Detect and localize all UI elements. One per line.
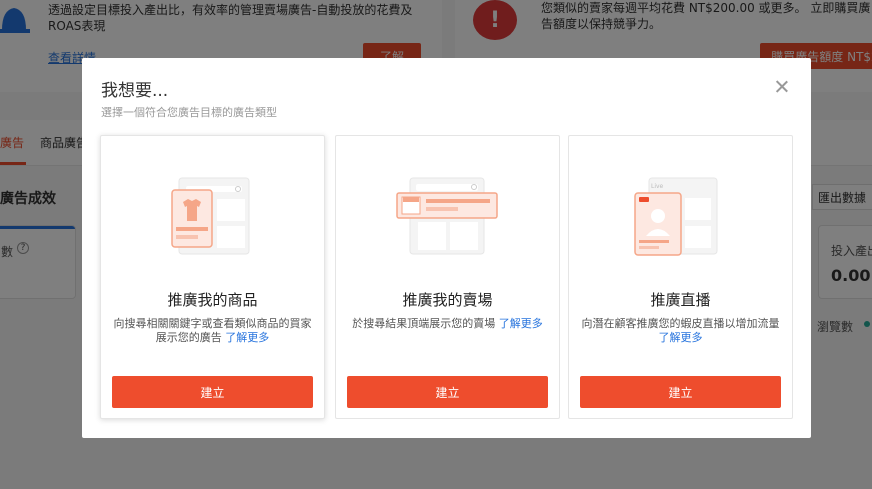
modal-subtitle: 選擇一個符合您廣告目標的廣告類型 — [101, 106, 277, 119]
option-desc: 於搜尋結果頂端展示您的賣場 了解更多 — [352, 317, 543, 330]
option-card-shop[interactable]: 推廣我的賣場 於搜尋結果頂端展示您的賣場 了解更多 建立 — [335, 135, 560, 419]
option-desc: 向搜尋相關關鍵字或查看類似商品的買家展示您的廣告 了解更多 — [113, 317, 312, 344]
create-shop-ad-button[interactable]: 建立 — [347, 376, 548, 408]
ad-type-modal: 我想要... 選擇一個符合您廣告目標的廣告類型 推廣我的商品 向搜尋相關關鍵字或… — [82, 58, 811, 438]
shop-ad-illustration — [396, 177, 498, 255]
modal-title: 我想要... — [101, 81, 169, 101]
close-icon[interactable] — [772, 77, 792, 97]
learn-more-link[interactable]: 了解更多 — [499, 317, 543, 330]
live-badge-text: Live — [651, 183, 664, 190]
option-title: 推廣直播 — [650, 291, 711, 309]
option-card-live[interactable]: Live 推廣直播 向潛在顧客推廣您的蝦皮直播以增加流量 了解更多 建立 — [568, 135, 793, 419]
option-card-product[interactable]: 推廣我的商品 向搜尋相關關鍵字或查看類似商品的買家展示您的廣告 了解更多 建立 — [100, 135, 325, 419]
learn-more-link[interactable]: 了解更多 — [225, 331, 269, 344]
live-ad-illustration: Live — [634, 177, 718, 256]
create-product-ad-button[interactable]: 建立 — [112, 376, 313, 408]
product-ad-illustration — [171, 177, 250, 255]
option-title: 推廣我的商品 — [167, 291, 258, 309]
option-desc: 向潛在顧客推廣您的蝦皮直播以增加流量 了解更多 — [581, 317, 780, 344]
option-title: 推廣我的賣場 — [402, 291, 493, 309]
create-live-ad-button[interactable]: 建立 — [580, 376, 781, 408]
learn-more-link[interactable]: 了解更多 — [659, 331, 703, 344]
